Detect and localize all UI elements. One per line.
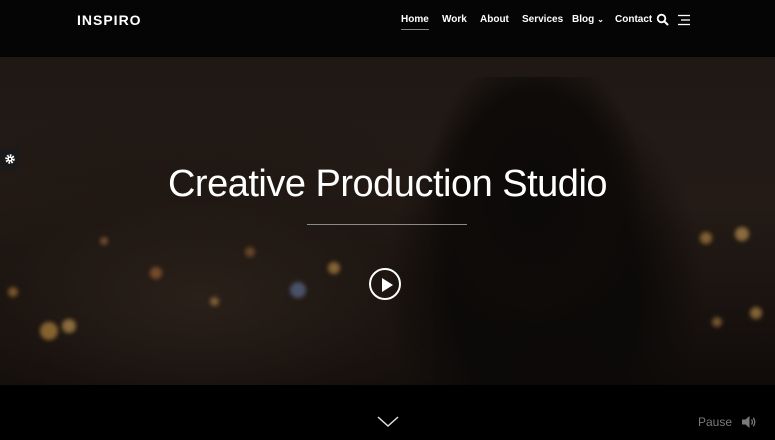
bokeh-light [700, 232, 712, 244]
bokeh-light [40, 322, 58, 340]
bokeh-light [245, 247, 255, 257]
search-icon[interactable] [656, 13, 670, 27]
play-button[interactable] [369, 268, 401, 300]
nav-item-contact[interactable]: Contact [615, 13, 652, 27]
bokeh-light [290, 282, 306, 298]
video-controls-bar [0, 385, 775, 440]
hamburger-menu-icon[interactable] [677, 13, 691, 27]
nav-item-about[interactable]: About [480, 13, 509, 27]
bokeh-light [150, 267, 162, 279]
nav-item-blog[interactable]: Blog [572, 14, 594, 25]
pause-button[interactable]: Pause [698, 415, 732, 429]
bokeh-light [712, 317, 722, 327]
bokeh-light [62, 319, 76, 333]
bokeh-light [8, 287, 18, 297]
hero-video-section: Creative Production Studio [0, 57, 775, 385]
site-header: INSPIRO Home Work About Services Blog ⌄ C… [0, 0, 775, 58]
nav-item-work[interactable]: Work [442, 13, 467, 27]
person-silhouette [400, 77, 670, 385]
speaker-icon[interactable] [741, 414, 757, 430]
bokeh-light [735, 227, 749, 241]
bokeh-light [328, 262, 340, 274]
chevron-down-icon[interactable] [377, 416, 399, 428]
hero-title: Creative Production Studio [167, 163, 608, 205]
hero-divider [307, 224, 467, 225]
nav-item-blog-wrapper[interactable]: Blog ⌄ [572, 13, 604, 27]
bokeh-light [750, 307, 762, 319]
bokeh-light [210, 297, 219, 306]
bokeh-light [100, 237, 108, 245]
nav-item-services[interactable]: Services [522, 13, 563, 27]
site-logo[interactable]: INSPIRO [77, 12, 142, 28]
chevron-down-icon: ⌄ [597, 15, 604, 24]
nav-item-home[interactable]: Home [401, 13, 429, 30]
